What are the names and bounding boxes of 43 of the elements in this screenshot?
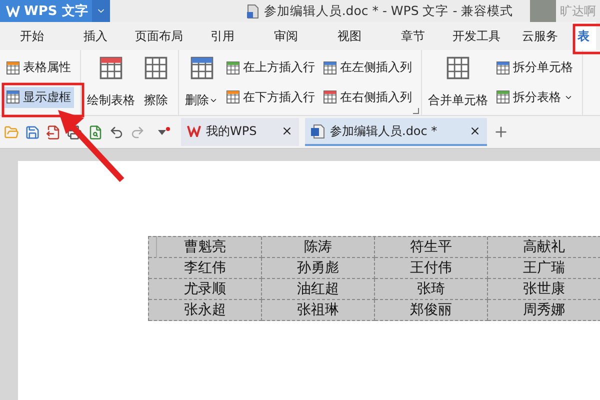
table-cell: 王付伟	[375, 258, 488, 279]
menu-tab[interactable]: 插入	[64, 22, 127, 50]
ribbon-button[interactable]: 擦除	[140, 53, 172, 112]
user-name: 旷达啊	[559, 2, 597, 20]
table-cell: 张永超	[149, 300, 262, 321]
ribbon-button[interactable]: 在下方插入行	[223, 86, 318, 108]
document-tab[interactable]: 我的WPS	[181, 118, 299, 146]
app-menu-button[interactable]: WPS 文字	[0, 0, 92, 22]
table-cell: 曹魁亮	[149, 237, 262, 258]
table-cell: 尤录顺	[149, 279, 262, 300]
menu-tab[interactable]: 章节	[381, 22, 444, 50]
table-cell: 周秀娜	[488, 300, 600, 321]
ribbon-button[interactable]: 在左侧插入列	[320, 57, 415, 78]
table-cell: 高献礼	[488, 237, 600, 258]
ribbon-button[interactable]: 合并单元格	[425, 53, 491, 112]
menu-tab[interactable]: 开始	[0, 22, 64, 50]
table-cell: 油红超	[262, 279, 375, 300]
table-cell: 孙勇彪	[262, 258, 375, 279]
table-cell: 郑俊丽	[375, 300, 488, 321]
document-tab[interactable]: 参加编辑人员.doc *	[305, 118, 487, 146]
menu-tab[interactable]: 开发工具	[444, 22, 508, 50]
window-title: 参加编辑人员.doc * - WPS 文字 - 兼容模式	[264, 2, 514, 20]
table-cell: 张世康	[488, 279, 600, 300]
ribbon-button[interactable]: 在上方插入行	[223, 57, 318, 78]
table-cell: 符生平	[375, 237, 488, 258]
menu-tab[interactable]: 页面布局	[127, 22, 190, 50]
menu-tab[interactable]: 引用	[190, 22, 254, 50]
ribbon-button[interactable]: 拆分表格	[493, 86, 576, 108]
menu-tab[interactable]: 视图	[318, 22, 381, 50]
table-cell: 李红伟	[149, 258, 262, 279]
ribbon-button[interactable]: 在右侧插入列	[320, 86, 415, 108]
table-cell: 王广瑞	[488, 258, 600, 279]
app-name: WPS 文字	[24, 2, 88, 20]
ribbon-button[interactable]: 拆分单元格	[493, 57, 576, 78]
ribbon-button[interactable]: 显示虚框	[3, 86, 74, 108]
ribbon-button[interactable]: 表格属性	[3, 57, 74, 78]
table-cell: 张祖琳	[262, 300, 375, 321]
ribbon-button[interactable]: 绘制表格	[84, 53, 138, 112]
menu-tab[interactable]: 审阅	[254, 22, 318, 50]
table-cell: 陈涛	[262, 237, 375, 258]
menu-tab[interactable]: 云服务	[508, 22, 572, 50]
table-cell: 张琦	[375, 279, 488, 300]
ribbon-button[interactable]: 删除	[182, 53, 221, 112]
